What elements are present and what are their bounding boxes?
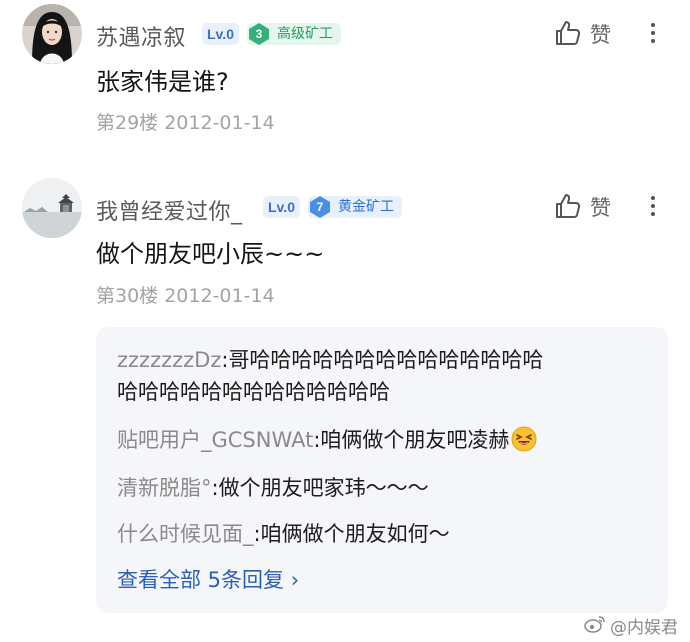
floor-and-date: 第29楼 2012-01-14 <box>96 112 275 134</box>
reply-text: 做个朋友吧家玮～～～ <box>218 476 429 500</box>
view-all-replies-link[interactable]: 查看全部 5条回复 › <box>117 565 299 595</box>
username[interactable]: 苏遇凉叙 <box>96 20 186 52</box>
medal-badge: 7 黄金矿工 <box>308 196 402 218</box>
reply-username[interactable]: zzzzzzzDz <box>117 348 221 372</box>
sub-reply[interactable]: 贴吧用户_GCSNWAt:咱俩做个朋友吧凌赫 <box>117 425 537 455</box>
sub-reply[interactable]: zzzzzzzDz:哥哈哈哈哈哈哈哈哈哈哈哈哈哈哈 <box>117 345 543 375</box>
reply-text: 哈哈哈哈哈哈哈哈哈哈哈哈哈 <box>117 380 390 404</box>
sub-reply[interactable]: 清新脱脂°:做个朋友吧家玮～～～ <box>117 473 429 503</box>
sub-replies-panel: zzzzzzzDz:哥哈哈哈哈哈哈哈哈哈哈哈哈哈哈 哈哈哈哈哈哈哈哈哈哈哈哈哈 … <box>96 327 668 613</box>
like-label: 赞 <box>590 23 611 47</box>
thumbs-up-icon <box>556 21 581 45</box>
medal-label: 黄金矿工 <box>338 199 394 215</box>
comment-text: 做个朋友吧小辰~~~ <box>96 240 325 268</box>
comment-floor-30: 我曾经爱过你_ Lv.0 7 黄金矿工 赞 做个朋友吧小辰~~~ 第30楼 20… <box>0 175 690 642</box>
medal-badge: 3 高级矿工 <box>247 23 341 45</box>
medal-number: 7 <box>316 200 324 214</box>
reply-text: 咱俩做个朋友吧凌赫 <box>320 428 510 452</box>
user-avatar[interactable] <box>22 178 82 238</box>
reply-username[interactable]: 什么时候见面_ <box>117 522 254 546</box>
medal-label: 高级矿工 <box>277 26 333 42</box>
reply-username[interactable]: 清新脱脂° <box>117 476 212 500</box>
sub-reply[interactable]: 什么时候见面_:咱俩做个朋友如何～ <box>117 519 450 549</box>
reply-separator: : <box>211 476 219 500</box>
username[interactable]: 我曾经爱过你_ <box>96 194 243 226</box>
medal-gem-icon: 3 <box>247 22 271 46</box>
thumbs-up-icon <box>556 194 581 218</box>
like-button[interactable]: 赞 <box>554 17 654 49</box>
reply-text: 咱俩做个朋友如何～ <box>260 522 450 546</box>
like-label: 赞 <box>590 196 611 220</box>
level-badge: Lv.0 <box>263 196 300 218</box>
medal-number: 3 <box>255 27 263 41</box>
medal-gem-icon: 7 <box>308 195 332 219</box>
comment-text: 张家伟是谁? <box>96 68 229 96</box>
watermark-text: @内娱君 <box>610 618 678 638</box>
like-button[interactable]: 赞 <box>554 190 654 222</box>
weibo-logo-icon <box>584 616 605 633</box>
floor-and-date: 第30楼 2012-01-14 <box>96 285 275 307</box>
grinning-squint-emoji-icon <box>511 426 537 452</box>
sub-reply-continuation: 哈哈哈哈哈哈哈哈哈哈哈哈哈 <box>117 377 390 407</box>
reply-text: 哥哈哈哈哈哈哈哈哈哈哈哈哈哈哈 <box>228 348 544 372</box>
reply-username[interactable]: 贴吧用户_GCSNWAt <box>117 428 313 452</box>
reply-separator: : <box>253 522 261 546</box>
user-avatar[interactable] <box>22 4 82 64</box>
more-options-icon[interactable] <box>646 17 660 49</box>
more-options-icon[interactable] <box>646 190 660 222</box>
level-badge: Lv.0 <box>202 23 239 45</box>
comment-floor-29: 苏遇凉叙 Lv.0 3 高级矿工 赞 张家伟是谁? 第29楼 2012-01-1… <box>0 0 690 175</box>
